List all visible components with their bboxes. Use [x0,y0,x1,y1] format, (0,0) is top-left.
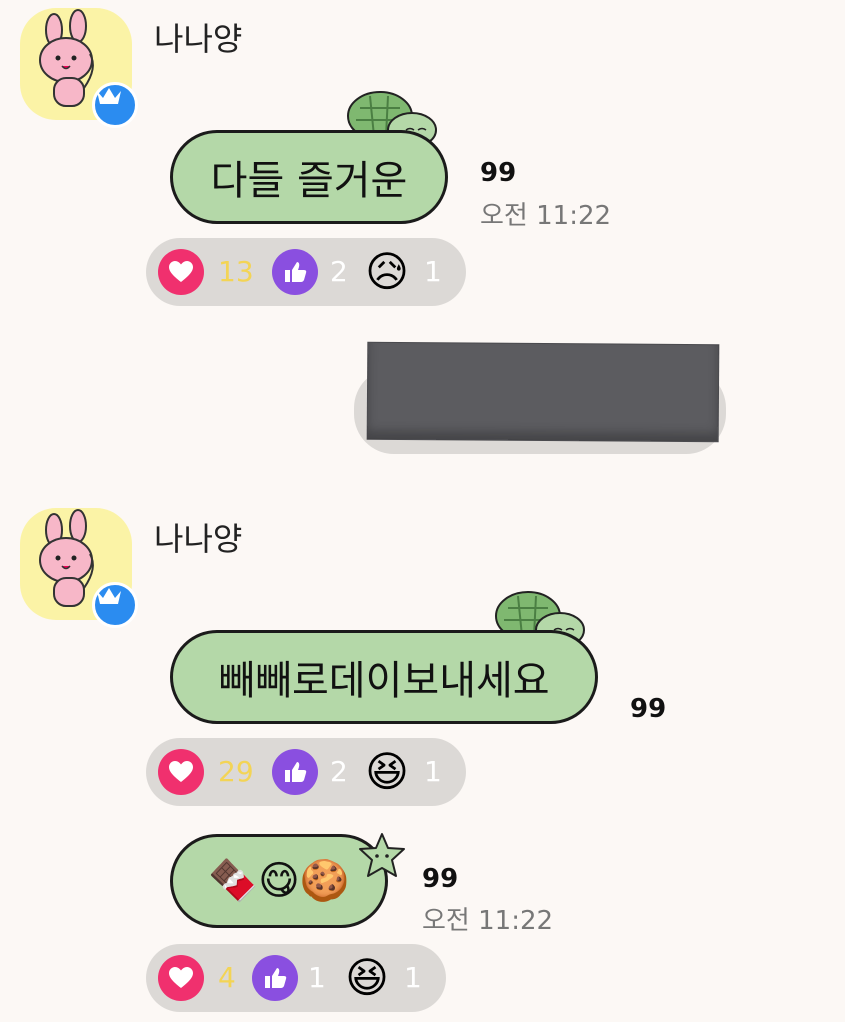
heart-icon[interactable] [158,249,204,295]
unread-count: 99 [422,864,459,894]
message-text: 다들 즐거운 [210,158,408,204]
reaction-count: 1 [424,755,442,788]
reaction-count: 1 [404,961,422,994]
message-bubble[interactable]: 빼빼로데이보내세요 [170,630,598,724]
unread-count: 99 [480,158,517,188]
laughing-face-icon[interactable]: 😆 [364,749,410,795]
thumbs-up-icon[interactable] [272,249,318,295]
message-text: 빼빼로데이보내세요 [218,658,550,704]
image-attachment[interactable] [367,342,719,442]
reaction-count: 1 [308,961,326,994]
reaction-count: 4 [218,961,236,994]
timestamp: 오전 11:22 [480,201,612,231]
unread-count: 99 [630,694,667,724]
reaction-bar[interactable]: 4 1 😆 1 [146,944,446,1012]
laughing-face-icon[interactable]: 😆 [344,955,390,1001]
sender-name: 나나양 [154,520,243,558]
crown-icon [92,82,138,128]
reaction-bar[interactable]: 13 2 😥 1 [146,238,466,306]
avatar[interactable] [20,508,138,628]
sender-name: 나나양 [154,20,243,58]
star-sticker-icon [356,832,408,884]
reaction-count: 1 [424,255,442,288]
crown-icon [92,582,138,628]
reaction-count: 2 [330,755,348,788]
heart-icon[interactable] [158,955,204,1001]
thumbs-up-icon[interactable] [252,955,298,1001]
reaction-count: 29 [218,755,254,788]
reaction-count: 2 [330,255,348,288]
reaction-bar[interactable]: 29 2 😆 1 [146,738,466,806]
avatar[interactable] [20,8,138,128]
reaction-count: 13 [218,255,254,288]
sad-face-icon[interactable]: 😥 [364,249,410,295]
message-text: 🍫😋🍪 [208,858,350,904]
thumbs-up-icon[interactable] [272,749,318,795]
heart-icon[interactable] [158,749,204,795]
timestamp: 오전 11:22 [422,906,554,936]
message-bubble[interactable]: 다들 즐거운 [170,130,448,224]
